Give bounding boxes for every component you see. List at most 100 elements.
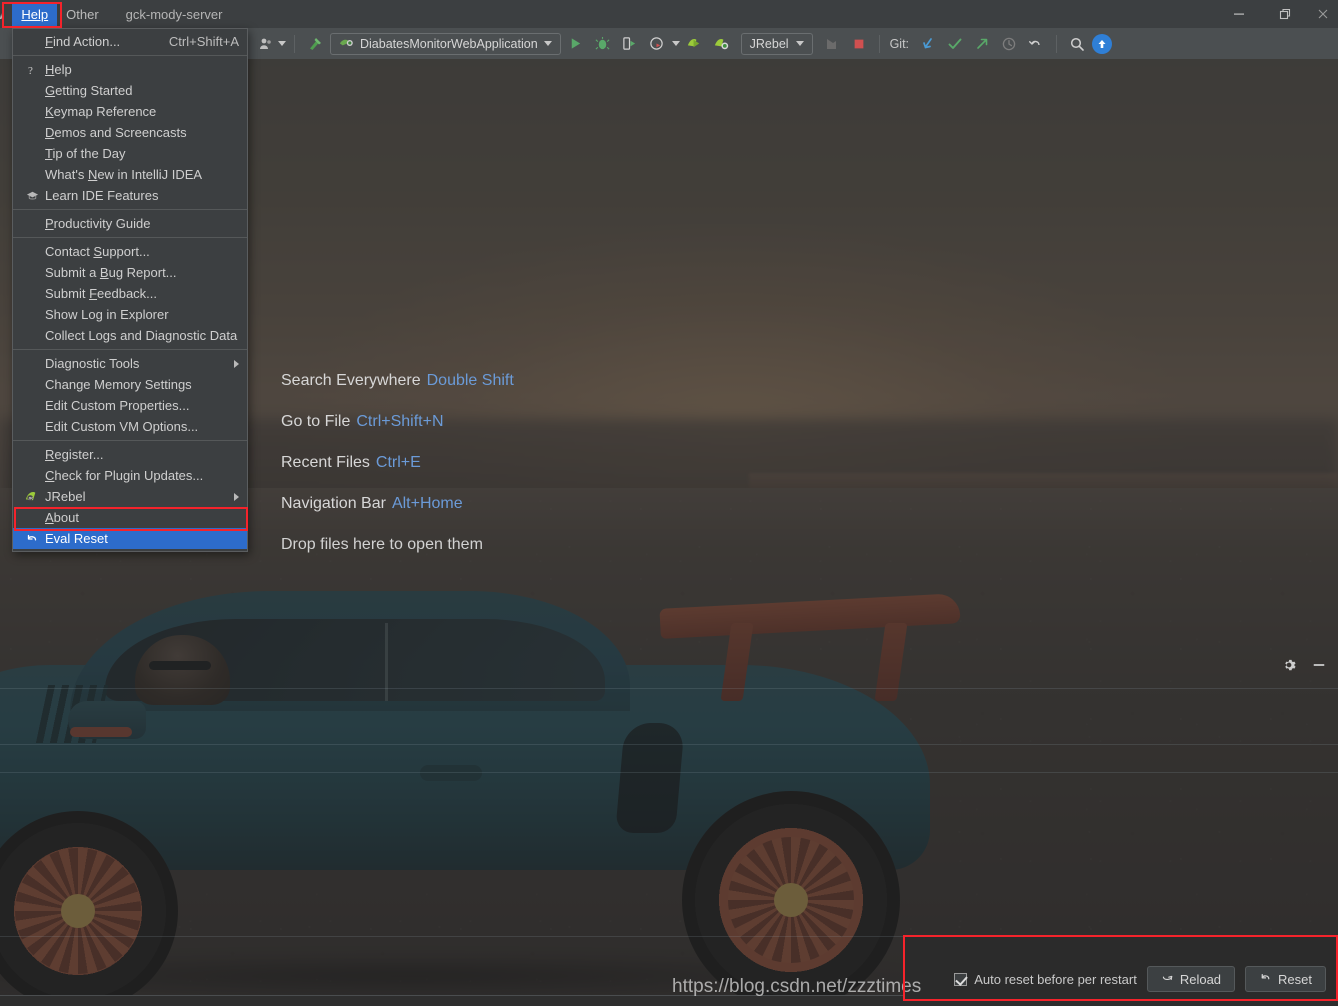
menu-item-eval-reset[interactable]: Eval Reset (13, 528, 247, 549)
jrebel-label: JRebel (749, 36, 789, 51)
git-rollback-icon[interactable] (1024, 32, 1048, 56)
hint-action-label: Drop files here to open them (281, 536, 483, 553)
toolbar-separator (878, 34, 880, 53)
menu-separator (13, 440, 247, 441)
menu-item-help[interactable]: ? Help (13, 59, 247, 80)
debug-icon[interactable] (591, 32, 615, 56)
menu-item-label: Contact Support... (45, 244, 150, 259)
menu-item-window[interactable]: w (0, 3, 12, 26)
reset-button[interactable]: Reset (1245, 966, 1326, 992)
submenu-arrow-icon (234, 492, 239, 501)
ide-window: Search Everywhere Double Shift Go to File… (0, 0, 1338, 1006)
git-history-icon[interactable] (997, 32, 1021, 56)
chevron-down-icon[interactable] (543, 41, 552, 46)
minimize-icon[interactable] (1312, 658, 1326, 677)
menu-item-label: Tip of the Day (45, 146, 126, 161)
menu-item-label: Help (21, 6, 49, 22)
menu-item-jrebel[interactable]: JR JRebel (13, 486, 247, 507)
menu-item-tip-of-the-day[interactable]: Tip of the Day (13, 143, 247, 164)
menu-item-learn-ide-features[interactable]: Learn IDE Features (13, 185, 247, 206)
menu-item-change-memory-settings[interactable]: Change Memory Settings (13, 374, 247, 395)
menu-item-keymap-reference[interactable]: Keymap Reference (13, 101, 247, 122)
auto-reset-label: Auto reset before per restart (974, 971, 1137, 987)
menu-item-show-log-in-explorer[interactable]: Show Log in Explorer (13, 304, 247, 325)
run-config-name: DiabatesMonitorWebApplication (360, 36, 538, 51)
hint-search-everywhere: Search Everywhere Double Shift (281, 372, 514, 390)
jrebel-selector[interactable]: JRebel (740, 32, 813, 55)
hint-action-label: Search Everywhere (281, 372, 421, 389)
menu-item-whats-new[interactable]: What's New in IntelliJ IDEA (13, 164, 247, 185)
menu-item-productivity-guide[interactable]: Productivity Guide (13, 213, 247, 234)
profile-caret-icon[interactable] (671, 41, 680, 46)
menu-item-demos-and-screencasts[interactable]: Demos and Screencasts (13, 122, 247, 143)
watermark: https://blog.csdn.net/zzztimes (672, 976, 922, 997)
svg-text:JR: JR (28, 495, 33, 500)
menu-separator (13, 209, 247, 210)
menu-item-edit-custom-properties[interactable]: Edit Custom Properties... (13, 395, 247, 416)
menu-item-label: Edit Custom Properties... (45, 398, 190, 413)
hint-navigation-bar: Navigation Bar Alt+Home (281, 495, 514, 513)
menu-item-find-action[interactable]: Find Action... Ctrl+Shift+A (13, 31, 247, 52)
hint-action-label: Navigation Bar (281, 495, 386, 512)
hammer-build-icon[interactable] (303, 32, 327, 56)
git-update-icon[interactable] (916, 32, 940, 56)
menu-item-label: Getting Started (45, 83, 133, 98)
user-avatar-icon[interactable] (254, 32, 278, 56)
window-close-button[interactable] (1308, 0, 1338, 28)
window-restore-button[interactable] (1262, 0, 1308, 28)
menu-item-label: Submit Feedback... (45, 286, 158, 301)
stop-icon[interactable] (847, 32, 871, 56)
menu-item-edit-custom-vm-options[interactable]: Edit Custom VM Options... (13, 416, 247, 437)
menu-item-label: Collect Logs and Diagnostic Data (45, 328, 238, 343)
hint-action-label: Go to File (281, 413, 351, 430)
run-configuration-selector[interactable]: DiabatesMonitorWebApplication (330, 32, 561, 55)
menu-item-register[interactable]: Register... (13, 444, 247, 465)
updates-icon[interactable] (1092, 33, 1113, 54)
menu-item-getting-started[interactable]: Getting Started (13, 80, 247, 101)
reset-button-label: Reset (1278, 971, 1312, 987)
jrebel-debug-icon[interactable] (710, 32, 734, 56)
menu-item-submit-feedback[interactable]: Submit Feedback... (13, 283, 247, 304)
menu-item-check-for-plugin-updates[interactable]: Check for Plugin Updates... (13, 465, 247, 486)
menu-item-label: What's New in IntelliJ IDEA (45, 167, 203, 182)
git-commit-icon[interactable] (943, 32, 967, 56)
menu-item-label: About (45, 510, 79, 525)
attach-icon[interactable] (820, 32, 844, 56)
profile-icon[interactable] (645, 32, 669, 56)
auto-reset-checkbox-row[interactable]: Auto reset before per restart (954, 972, 1137, 987)
menu-item-label: Other (66, 6, 99, 22)
menu-item-collect-logs[interactable]: Collect Logs and Diagnostic Data (13, 325, 247, 346)
user-avatar-caret-icon[interactable] (278, 41, 286, 46)
search-icon[interactable] (1065, 32, 1089, 56)
menu-item-label: Edit Custom VM Options... (45, 419, 199, 434)
hint-shortcut: Double Shift (426, 372, 514, 389)
menu-item-about[interactable]: About (13, 507, 247, 528)
reload-button[interactable]: Reload (1146, 966, 1236, 992)
window-minimize-button[interactable] (1216, 0, 1262, 28)
menu-separator (13, 349, 247, 350)
svg-text:?: ? (28, 65, 33, 76)
menu-item-diagnostic-tools[interactable]: Diagnostic Tools (13, 353, 247, 374)
git-push-icon[interactable] (970, 32, 994, 56)
window-controls (1216, 0, 1338, 28)
chevron-down-icon[interactable] (795, 41, 804, 46)
run-icon[interactable] (564, 32, 588, 56)
jrebel-icon: JR (23, 489, 41, 504)
menu-item-contact-support[interactable]: Contact Support... (13, 241, 247, 262)
window-title: gck-mody-server (125, 6, 223, 22)
toolbar-separator (294, 34, 295, 53)
menu-item-label: Keymap Reference (45, 104, 157, 119)
menu-item-submit-bug-report[interactable]: Submit a Bug Report... (13, 262, 247, 283)
jrebel-run-icon[interactable] (683, 32, 707, 56)
git-label: Git: (889, 36, 910, 51)
auto-reset-checkbox[interactable] (954, 972, 968, 986)
run-with-coverage-icon[interactable] (618, 32, 642, 56)
menu-item-help[interactable]: Help (12, 2, 58, 26)
menu-item-other[interactable]: Other (57, 3, 108, 26)
toolbar-separator (1056, 34, 1058, 53)
reset-arrow-icon (23, 532, 41, 546)
menu-item-label: Learn IDE Features (45, 188, 159, 203)
gear-icon[interactable] (1282, 658, 1296, 677)
reload-icon (1161, 971, 1174, 987)
editor-split-line-mid (0, 744, 1338, 745)
